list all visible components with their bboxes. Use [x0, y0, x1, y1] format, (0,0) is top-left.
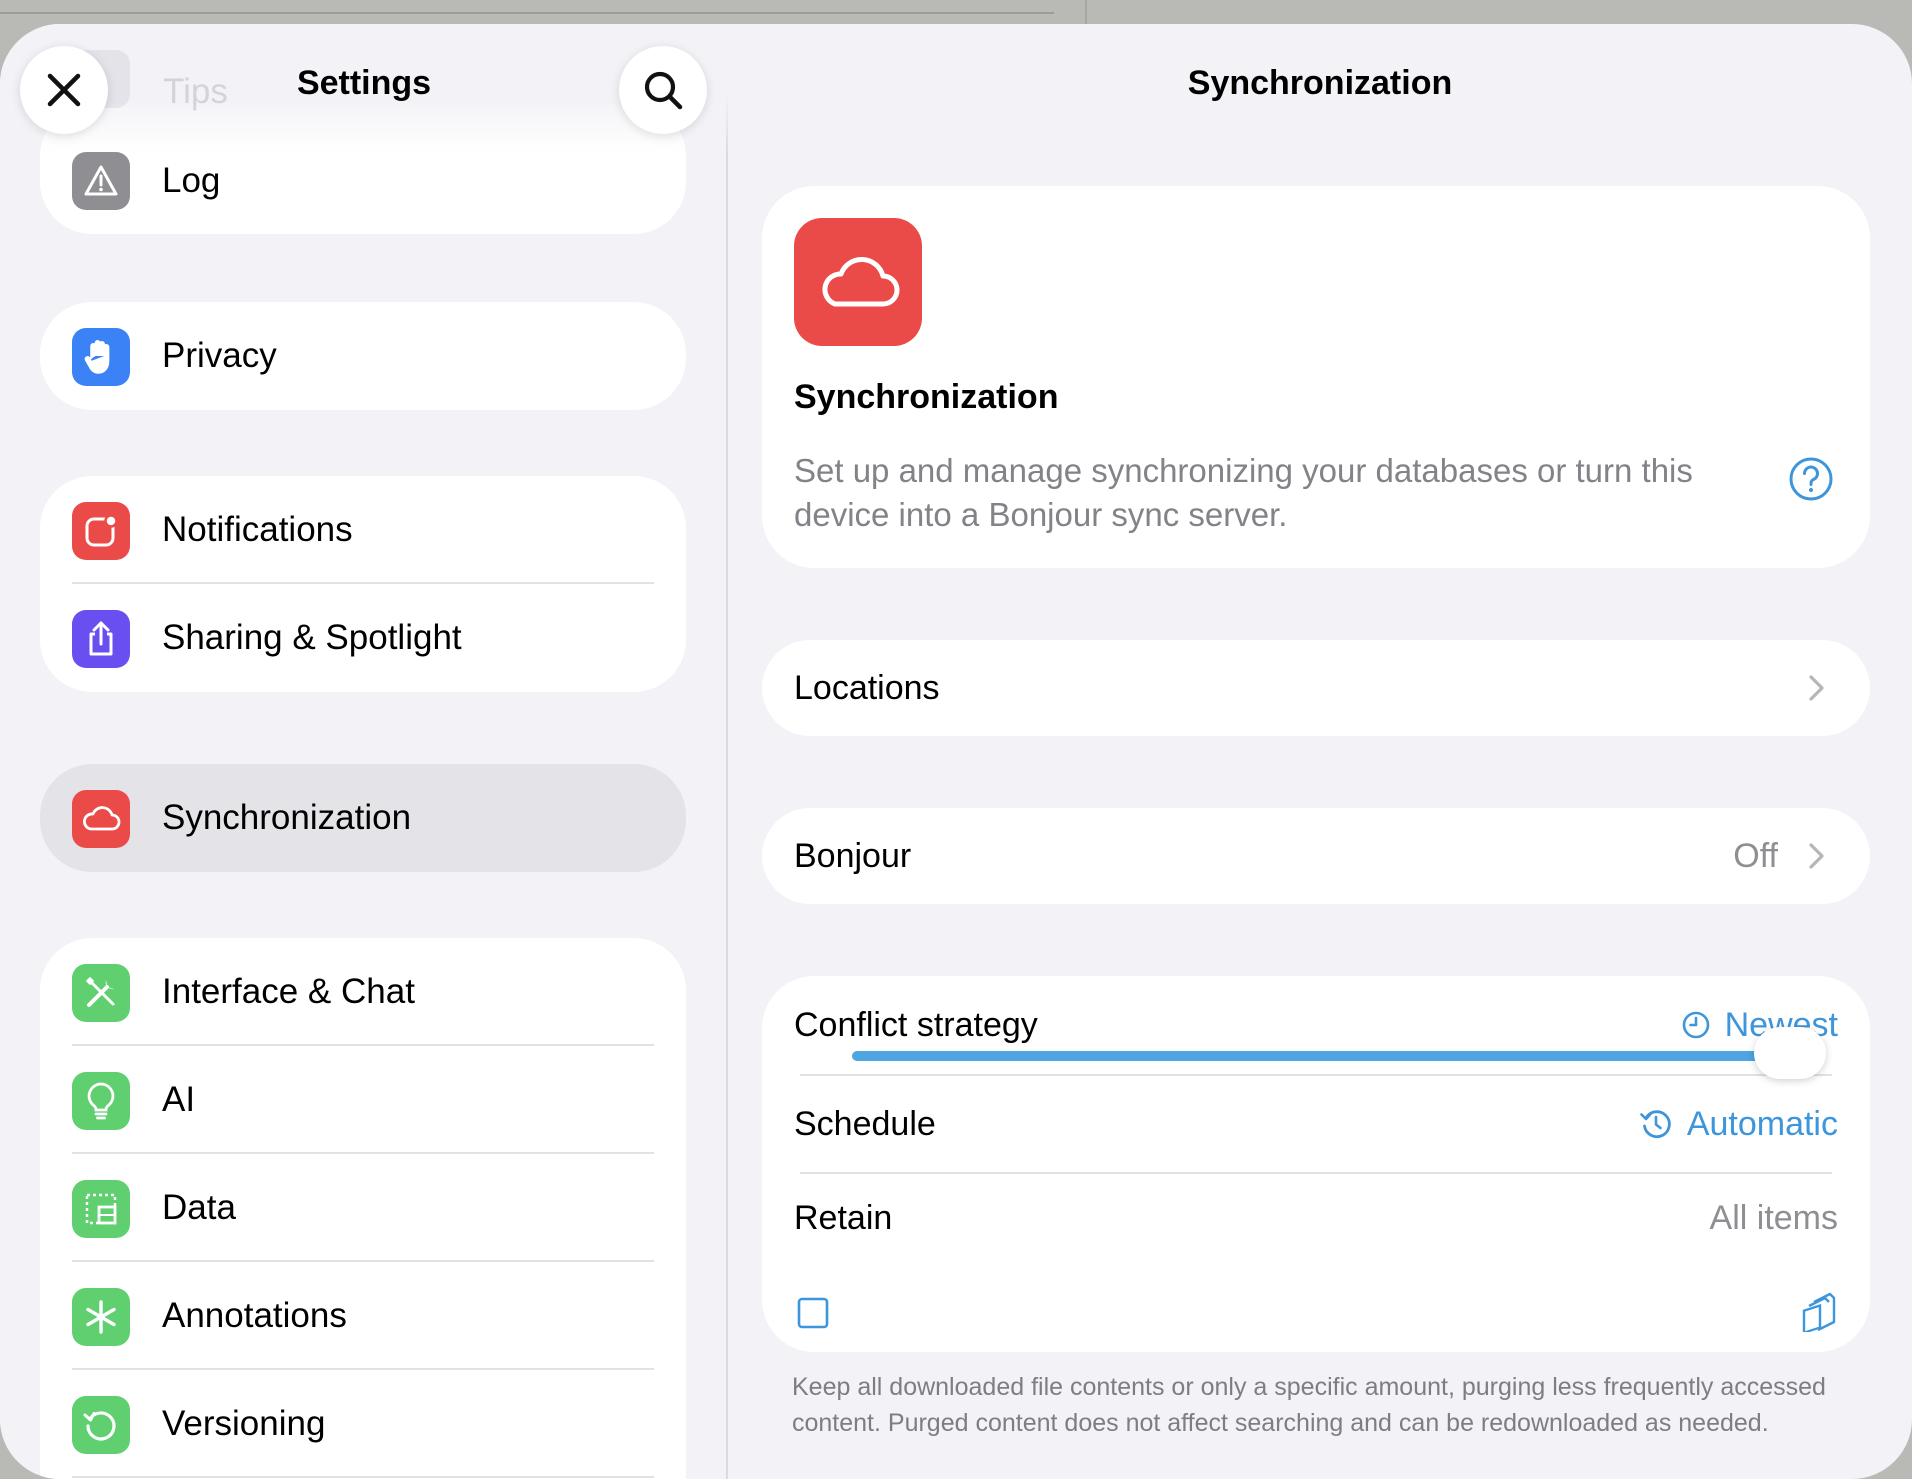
sidebar-item-privacy[interactable]: Privacy [40, 302, 686, 410]
retain-value: All items [1709, 1198, 1838, 1237]
square-icon [797, 1297, 829, 1329]
sidebar-item-label: Sharing & Spotlight [162, 618, 462, 657]
sidebar-item-data[interactable]: Data [40, 1154, 686, 1262]
sidebar-item-versioning[interactable]: Versioning [40, 1370, 686, 1478]
sidebar-item-ai[interactable]: AI [40, 1046, 686, 1154]
sidebar-section-notifications: Notifications Sharing & Spotlight [40, 476, 686, 692]
notification-badge-icon [72, 502, 130, 560]
hero-card: Synchronization Set up and manage synchr… [762, 186, 1870, 568]
sidebar-item-label: AI [162, 1080, 196, 1119]
schedule-row: Schedule Automatic [762, 1076, 1870, 1172]
sidebar: Log Privacy Notifications Sharing & Spot… [0, 24, 728, 1479]
lightbulb-icon [72, 1072, 130, 1130]
sidebar-item-synchronization[interactable]: Synchronization [40, 764, 686, 872]
retain-slider-fill [852, 1051, 1790, 1061]
cloud-icon [794, 218, 922, 346]
sidebar-section-privacy: Privacy [40, 302, 686, 410]
stacked-squares-icon [1802, 1292, 1836, 1332]
page-title: Synchronization [1187, 64, 1453, 102]
clock-icon [1682, 1011, 1709, 1039]
hero-title: Synchronization [794, 378, 1059, 416]
retain-slider[interactable] [852, 1027, 1826, 1079]
retain-slider-handle[interactable] [1754, 1027, 1826, 1079]
close-button[interactable] [20, 46, 108, 134]
retain-label: Retain [794, 1199, 893, 1237]
sidebar-item-label: Versioning [162, 1404, 326, 1443]
sidebar-item-sharing-spotlight[interactable]: Sharing & Spotlight [40, 584, 686, 692]
schedule-label: Schedule [794, 1105, 936, 1143]
sidebar-item-label: Interface & Chat [162, 972, 415, 1011]
help-button[interactable] [1788, 456, 1834, 507]
retain-footnote: Keep all downloaded file contents or onl… [792, 1373, 1826, 1437]
sidebar-item-label: Synchronization [162, 798, 412, 837]
schedule-menu[interactable]: Automatic [1639, 1076, 1838, 1172]
close-icon [47, 73, 81, 107]
share-icon [72, 610, 130, 668]
sidebar-item-label: Annotations [162, 1296, 347, 1335]
schedule-value: Automatic [1686, 1104, 1838, 1143]
background-divider [0, 12, 1054, 14]
bonjour-value: Off [1733, 837, 1778, 875]
tools-icon [72, 964, 130, 1022]
chevron-right-icon [1809, 843, 1824, 869]
data-grid-icon [72, 1180, 130, 1238]
question-circle-icon [1789, 457, 1833, 501]
hand-icon [72, 328, 130, 386]
locations-row[interactable]: Locations [762, 640, 1870, 736]
search-icon [644, 71, 683, 110]
sync-options-card: Conflict strategy Newest Schedule Automa… [762, 976, 1870, 1352]
sidebar-section-synchronization: Synchronization [40, 764, 686, 872]
history-icon [72, 1396, 130, 1454]
hero-description: Set up and manage synchronizing your dat… [794, 452, 1693, 533]
asterisk-icon [72, 1288, 130, 1346]
chevron-right-icon [1809, 675, 1824, 701]
sidebar-section-general: Interface & Chat AI Data Annotations Ver… [40, 938, 686, 1479]
search-button[interactable] [619, 46, 707, 134]
sidebar-item-label: Notifications [162, 510, 353, 549]
sidebar-item-label: Data [162, 1188, 236, 1227]
clock-arrow-icon [1640, 1110, 1671, 1139]
warning-icon [72, 152, 130, 210]
cloud-icon [72, 790, 130, 848]
bonjour-row[interactable]: Bonjour Off [762, 808, 1870, 904]
sidebar-item-label: Privacy [162, 336, 277, 375]
retain-row: Retain All items [762, 1174, 1870, 1262]
sidebar-item-annotations[interactable]: Annotations [40, 1262, 686, 1370]
bonjour-label: Bonjour [794, 837, 912, 875]
settings-sheet: Log Privacy Notifications Sharing & Spot… [0, 24, 1912, 1479]
row-divider [72, 1476, 654, 1478]
locations-label: Locations [794, 669, 940, 707]
detail-pane: Synchronization Synchronization Set up a… [728, 24, 1912, 1479]
sidebar-item-interface-chat[interactable]: Interface & Chat [40, 938, 686, 1046]
sidebar-item-notifications[interactable]: Notifications [40, 476, 686, 584]
